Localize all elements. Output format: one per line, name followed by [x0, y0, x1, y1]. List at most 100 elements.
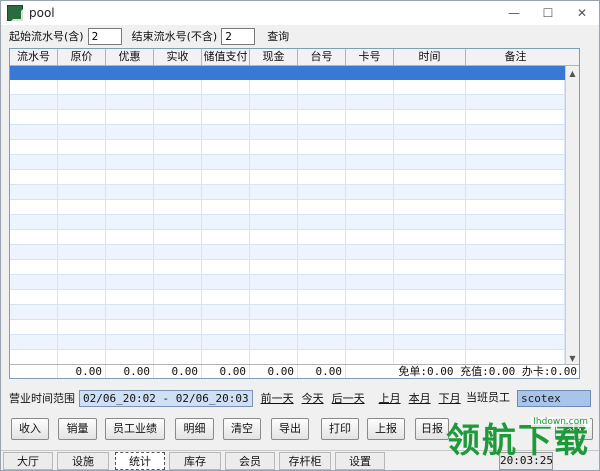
- income-button[interactable]: 收入: [11, 418, 49, 440]
- table-cell: [154, 335, 202, 350]
- table-cell: [10, 245, 58, 260]
- report-button[interactable]: 上报: [367, 418, 405, 440]
- nav-tab-facilities[interactable]: 设施: [57, 452, 109, 470]
- this-month-link[interactable]: 本月: [409, 390, 431, 406]
- table-row[interactable]: [10, 320, 579, 335]
- column-header[interactable]: 原价: [58, 49, 106, 66]
- table-row[interactable]: [10, 230, 579, 245]
- table-row[interactable]: [10, 245, 579, 260]
- nav-tab-members[interactable]: 会员: [225, 452, 275, 470]
- table-cell: [298, 290, 346, 305]
- table-row[interactable]: [10, 215, 579, 230]
- table-cell: [346, 185, 394, 200]
- table-cell: [394, 95, 466, 110]
- table-cell: [346, 245, 394, 260]
- bottom-nav: 大厅 设施 统计 库存 会员 存杆柜 设置 20:03:25: [1, 450, 599, 470]
- table-cell: [346, 275, 394, 290]
- title-bar: pool — ☐ ✕: [1, 1, 599, 25]
- print-button[interactable]: 打印: [321, 418, 359, 440]
- table-cell: [250, 200, 298, 215]
- table-cell: [106, 110, 154, 125]
- sales-button[interactable]: 销量: [58, 418, 97, 440]
- table-cell: [466, 215, 565, 230]
- table-cell: [250, 230, 298, 245]
- last-month-link[interactable]: 上月: [379, 390, 401, 406]
- staff-field[interactable]: scotex: [517, 390, 591, 407]
- table-cell: [298, 125, 346, 140]
- table-row[interactable]: [10, 335, 579, 350]
- column-header[interactable]: 储值支付: [202, 49, 250, 66]
- scroll-down-icon[interactable]: ▼: [566, 351, 579, 365]
- prev-day-link[interactable]: 前一天: [261, 390, 294, 406]
- scroll-up-icon[interactable]: ▲: [566, 66, 579, 80]
- table-row[interactable]: [10, 95, 579, 110]
- table-cell: [10, 335, 58, 350]
- next-day-link[interactable]: 后一天: [332, 390, 365, 406]
- table-cell: [298, 80, 346, 95]
- staff-label: 当班员工: [466, 391, 510, 404]
- table-cell: [394, 185, 466, 200]
- table-row[interactable]: [10, 275, 579, 290]
- totals-row: 0.00 0.00 0.00 0.00 0.00 0.00 免单:0.00 充值…: [10, 364, 579, 378]
- column-header[interactable]: 现金: [250, 49, 298, 66]
- table-row[interactable]: [10, 305, 579, 320]
- column-header[interactable]: 备注: [466, 49, 565, 66]
- time-range-bar: 营业时间范围 02/06_20:02 - 02/06_20:03 前一天 今天 …: [9, 389, 461, 407]
- next-month-link[interactable]: 下月: [439, 390, 461, 406]
- table-cell: [202, 215, 250, 230]
- nav-tab-settings[interactable]: 设置: [335, 452, 385, 470]
- minimize-button[interactable]: —: [497, 1, 531, 25]
- table-row[interactable]: [10, 140, 579, 155]
- column-header[interactable]: 时间: [394, 49, 466, 66]
- column-header[interactable]: 台号: [298, 49, 346, 66]
- clock-display: 20:03:25: [499, 452, 553, 470]
- table-row[interactable]: [10, 155, 579, 170]
- table-cell: [58, 140, 106, 155]
- table-cell: [202, 110, 250, 125]
- window-controls: — ☐ ✕: [497, 1, 599, 25]
- staff-performance-button[interactable]: 员工业绩: [105, 418, 165, 440]
- end-serial-input[interactable]: [221, 27, 256, 45]
- table-cell: [346, 80, 394, 95]
- parameters-button[interactable]: 参数: [555, 418, 593, 440]
- table-row[interactable]: [10, 80, 579, 95]
- table-row[interactable]: [10, 110, 579, 125]
- clear-button[interactable]: 清空: [223, 418, 261, 440]
- column-header[interactable]: 实收: [154, 49, 202, 66]
- nav-tab-inventory[interactable]: 库存: [169, 452, 221, 470]
- table-cell: [466, 350, 565, 365]
- transaction-table[interactable]: 流水号 原价 优惠 实收 储值支付 现金 台号 卡号 时间 备注 ▲ ▼ 0.0…: [9, 48, 580, 379]
- nav-tab-hall[interactable]: 大厅: [3, 452, 53, 470]
- daily-report-button[interactable]: 日报: [415, 418, 449, 440]
- table-cell: [250, 260, 298, 275]
- column-header[interactable]: 优惠: [106, 49, 154, 66]
- search-button[interactable]: 查询: [267, 28, 289, 44]
- table-row[interactable]: [10, 200, 579, 215]
- table-row[interactable]: [10, 185, 579, 200]
- table-cell: [466, 290, 565, 305]
- table-cell: [154, 170, 202, 185]
- nav-tab-cue-locker[interactable]: 存杆柜: [279, 452, 331, 470]
- table-row[interactable]: [10, 290, 579, 305]
- column-header[interactable]: 流水号: [10, 49, 58, 66]
- close-button[interactable]: ✕: [565, 1, 599, 25]
- time-range-field[interactable]: 02/06_20:02 - 02/06_20:03: [79, 389, 253, 407]
- selected-row[interactable]: [10, 66, 579, 80]
- table-cell: [298, 230, 346, 245]
- table-cell: [250, 320, 298, 335]
- maximize-button[interactable]: ☐: [531, 1, 565, 25]
- start-serial-input[interactable]: [87, 27, 122, 45]
- table-row[interactable]: [10, 260, 579, 275]
- export-button[interactable]: 导出: [271, 418, 309, 440]
- column-header[interactable]: 卡号: [346, 49, 394, 66]
- table-row[interactable]: [10, 350, 579, 365]
- details-button[interactable]: 明细: [175, 418, 214, 440]
- vertical-scrollbar[interactable]: ▲ ▼: [565, 66, 579, 365]
- nav-tab-statistics[interactable]: 统计: [115, 452, 165, 470]
- table-row[interactable]: [10, 125, 579, 140]
- today-link[interactable]: 今天: [302, 390, 324, 406]
- table-row[interactable]: [10, 170, 579, 185]
- table-cell: [466, 275, 565, 290]
- table-cell: [202, 335, 250, 350]
- table-cell: [298, 140, 346, 155]
